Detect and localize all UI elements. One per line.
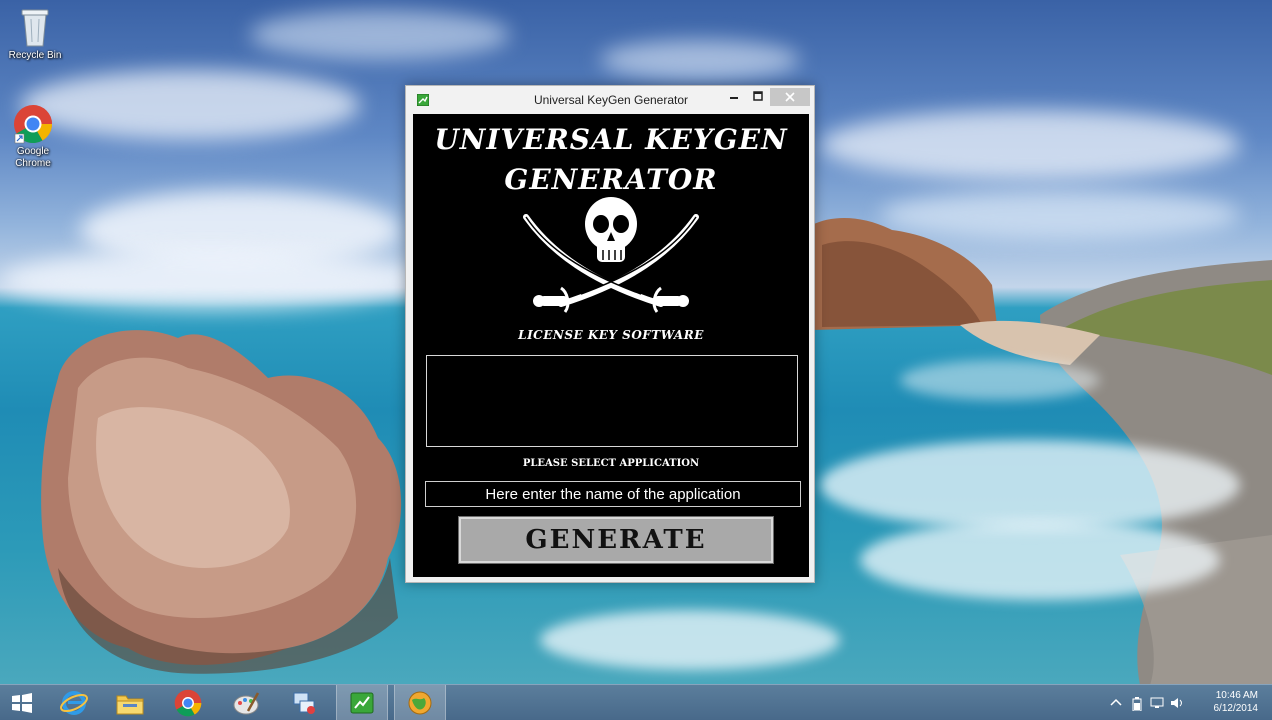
taskbar-paint[interactable] — [220, 685, 272, 720]
taskbar-chrome[interactable] — [162, 685, 214, 720]
wallpaper-cloud — [250, 10, 510, 60]
desktop-icon-recycle-bin[interactable]: Recycle Bin — [0, 6, 70, 62]
wallpaper-surf — [900, 360, 1100, 400]
clock-time: 10:46 AM — [1215, 690, 1258, 701]
chrome-icon — [174, 689, 202, 717]
tagline: LICENSE KEY SOFTWARE — [518, 328, 704, 342]
system-tray: 10:46 AM 6/12/2014 — [1102, 685, 1272, 720]
application-name-input[interactable] — [425, 481, 801, 507]
keygen-app-icon — [350, 692, 374, 714]
wallpaper-cloud — [0, 250, 420, 310]
desktop-icon-label: Google Chrome — [15, 146, 51, 169]
monitor-icon[interactable] — [1150, 697, 1164, 709]
taskbar-globe-app[interactable] — [394, 685, 446, 720]
banner-title: UNIVERSAL KEYGEN GENERATOR — [413, 120, 809, 200]
paint-icon — [233, 692, 260, 715]
close-button[interactable] — [770, 88, 810, 106]
window-titlebar[interactable]: Universal KeyGen Generator — [406, 86, 814, 114]
banner-title-line: UNIVERSAL KEYGEN — [434, 123, 788, 156]
globe-app-icon — [408, 691, 432, 715]
skull-crossed-swords-icon — [523, 197, 699, 313]
network-icon — [293, 692, 315, 714]
close-icon — [785, 92, 795, 102]
maximize-icon — [753, 91, 763, 101]
keygen-window: Universal KeyGen Generator UNIVERSAL KEY… — [405, 85, 815, 583]
minimize-button[interactable] — [722, 88, 746, 106]
taskbar-file-explorer[interactable] — [104, 685, 156, 720]
generate-button[interactable]: GENERATE — [458, 516, 774, 564]
speaker-icon[interactable] — [1170, 697, 1184, 709]
wallpaper-surf — [540, 610, 840, 670]
wallpaper-cloud — [20, 70, 360, 140]
start-button[interactable] — [0, 685, 44, 720]
keygen-app-icon — [417, 94, 429, 106]
internet-explorer-icon — [60, 691, 88, 715]
battery-icon[interactable] — [1132, 697, 1142, 711]
clock-date: 6/12/2014 — [1213, 703, 1259, 714]
keygen-client-area: UNIVERSAL KEYGEN GENERATOR LICENSE KEY S… — [413, 114, 809, 577]
desktop-icon-label: Recycle Bin — [8, 50, 62, 61]
maximize-button[interactable] — [746, 88, 770, 106]
taskbar: 10:46 AM 6/12/2014 — [0, 684, 1272, 720]
file-explorer-icon — [116, 695, 144, 715]
wallpaper-cloud — [600, 40, 800, 80]
wallpaper-surf — [860, 520, 1220, 600]
wallpaper-cloud — [820, 110, 1240, 180]
wallpaper-surf — [820, 440, 1240, 530]
windows-start-icon — [12, 693, 32, 713]
select-application-label: PLEASE SELECT APPLICATION — [522, 458, 700, 469]
taskbar-clock[interactable]: 10:46 AM 6/12/2014 — [1214, 689, 1259, 715]
taskbar-keygen-app[interactable] — [336, 685, 388, 720]
taskbar-network[interactable] — [278, 685, 330, 720]
recycle-bin-icon — [21, 9, 49, 47]
window-title: Universal KeyGen Generator — [533, 93, 689, 107]
desktop-icon-chrome[interactable]: Google Chrome — [0, 104, 68, 170]
minimize-icon — [730, 97, 738, 99]
chrome-icon — [14, 105, 53, 144]
taskbar-internet-explorer[interactable] — [48, 685, 100, 720]
license-key-output[interactable] — [426, 355, 798, 447]
chevron-up-icon[interactable] — [1110, 697, 1122, 707]
wallpaper-sea-rock — [41, 330, 402, 674]
